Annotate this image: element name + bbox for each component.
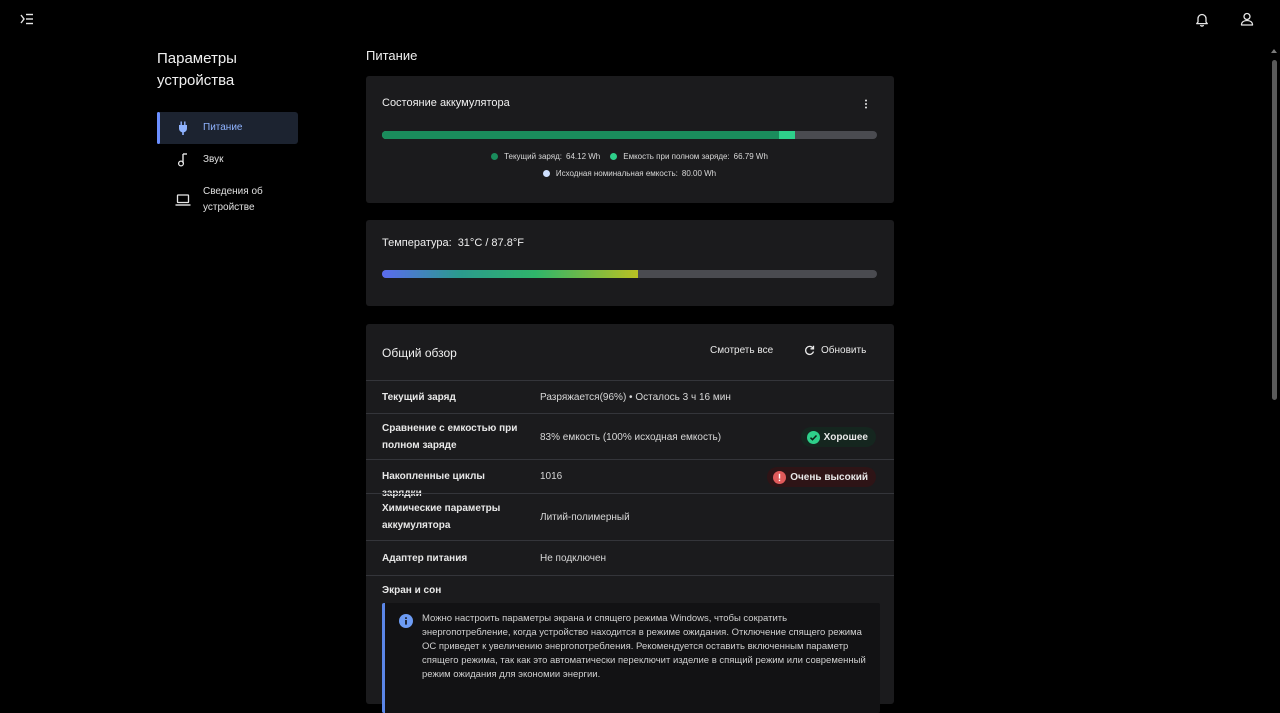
- battery-card-title: Состояние аккумулятора: [382, 97, 510, 109]
- section-title: Экран и сон: [382, 585, 442, 596]
- row-label: Сравнение с емкостью при полном заряде: [382, 423, 518, 451]
- scrollbar[interactable]: [1270, 46, 1278, 697]
- table-row: Адаптер питания Не подключен: [366, 540, 894, 576]
- more-options-icon[interactable]: [860, 96, 872, 112]
- row-value: Литий-полимерный: [540, 512, 630, 523]
- temperature-label: Температура:: [382, 237, 452, 249]
- alert-circle-icon: [773, 470, 787, 484]
- sidebar-item-label: Звук: [203, 154, 224, 165]
- row-value: 83% емкость (100% исходная емкость): [540, 432, 722, 443]
- temperature-bar: [382, 270, 877, 278]
- sidebar-title: Параметры устройства: [157, 48, 298, 92]
- sidebar-item-device-info[interactable]: Сведения об устройстве: [157, 176, 298, 224]
- legend-full-value: 66.79 Wh: [733, 152, 768, 161]
- legend-full-label: Емкость при полном заряде:: [623, 152, 730, 161]
- row-label: Химические параметры аккумулятора: [382, 503, 501, 531]
- temperature-value: 31°C / 87.8°F: [457, 237, 524, 249]
- temperature-card: Температура: 31°C / 87.8°F: [366, 220, 894, 306]
- check-circle-icon: [806, 430, 820, 444]
- battery-capacity-bar: [382, 131, 877, 139]
- legend-dot-icon: [610, 153, 618, 161]
- badge-label: Очень высокий: [790, 471, 868, 483]
- sidebar-item-label: Питание: [203, 122, 243, 133]
- legend-current: Текущий заряд: 64.12 Wh: [491, 152, 600, 161]
- view-all-button[interactable]: Смотреть все: [710, 345, 773, 356]
- row-label: Адаптер питания: [382, 553, 468, 564]
- table-row: Химические параметры аккумулятора Литий-…: [366, 493, 894, 541]
- legend-design-label: Исходная номинальная емкость:: [555, 169, 678, 178]
- legend-current-value: 64.12 Wh: [566, 152, 601, 161]
- plug-icon: [175, 120, 191, 136]
- menu-collapse-icon[interactable]: [16, 8, 38, 30]
- legend-dot-icon: [542, 170, 550, 178]
- legend-design: Исходная номинальная емкость: 80.00 Wh: [542, 169, 717, 178]
- legend-current-label: Текущий заряд:: [504, 152, 562, 161]
- top-bar: [0, 0, 1280, 40]
- row-value: 1016: [540, 471, 563, 482]
- temperature-label-row: Температура: 31°C / 87.8°F: [382, 237, 524, 249]
- battery-status-card: Состояние аккумулятора Текущий заряд: 64.…: [366, 76, 894, 203]
- sidebar-item-label-line2: устройстве: [203, 202, 255, 213]
- table-row: Накопленные циклы зарядки 1016 Очень выс…: [366, 459, 894, 499]
- scroll-up-arrow-icon[interactable]: [1270, 46, 1278, 56]
- legend-dot-icon: [491, 153, 499, 161]
- overview-card: Общий обзор Смотреть все Обновить Текущи…: [366, 324, 894, 713]
- row-label: Текущий заряд: [382, 392, 456, 403]
- status-badge-good: Хорошее: [800, 427, 876, 447]
- overview-title: Общий обзор: [382, 346, 457, 360]
- sidebar: Параметры устройства Питание Звук Сведен…: [157, 48, 298, 224]
- info-icon: [399, 614, 413, 628]
- status-badge-warning: Очень высокий: [767, 467, 876, 487]
- page-title: Питание: [366, 48, 418, 63]
- legend-full: Емкость при полном заряде: 66.79 Wh: [610, 152, 768, 161]
- music-note-icon: [175, 152, 191, 168]
- refresh-button[interactable]: Обновить: [804, 345, 866, 356]
- temperature-fill: [382, 270, 638, 278]
- row-value: Разряжается(96%) • Осталось 3 ч 16 мин: [540, 392, 731, 403]
- laptop-icon: [175, 192, 191, 208]
- current-charge-segment: [382, 131, 779, 139]
- table-row: Текущий заряд Разряжается(96%) • Осталос…: [366, 380, 894, 414]
- row-value: Не подключен: [540, 553, 607, 564]
- badge-label: Хорошее: [823, 431, 868, 443]
- bell-icon[interactable]: [1191, 8, 1213, 30]
- refresh-label: Обновить: [821, 345, 867, 356]
- sidebar-item-sound[interactable]: Звук: [157, 144, 298, 176]
- table-row: Сравнение с емкостью при полном заряде 8…: [366, 413, 894, 460]
- battery-legend-row1: Текущий заряд: 64.12 Wh Емкость при полно…: [382, 152, 877, 161]
- sidebar-item-power[interactable]: Питание: [157, 112, 298, 144]
- refresh-icon: [805, 345, 815, 356]
- battery-legend-row2: Исходная номинальная емкость: 80.00 Wh: [382, 169, 877, 178]
- legend-design-value: 80.00 Wh: [681, 169, 717, 178]
- user-icon[interactable]: [1236, 8, 1258, 30]
- sidebar-title-line1: Параметры: [157, 50, 237, 67]
- info-text: Можно настроить параметры экрана и спяще…: [422, 613, 866, 680]
- sidebar-item-label: Сведения об устройстве: [203, 184, 263, 216]
- sidebar-title-line2: устройства: [157, 72, 235, 89]
- scrollbar-thumb[interactable]: [1272, 60, 1277, 400]
- sidebar-item-label-line1: Сведения об: [203, 186, 263, 197]
